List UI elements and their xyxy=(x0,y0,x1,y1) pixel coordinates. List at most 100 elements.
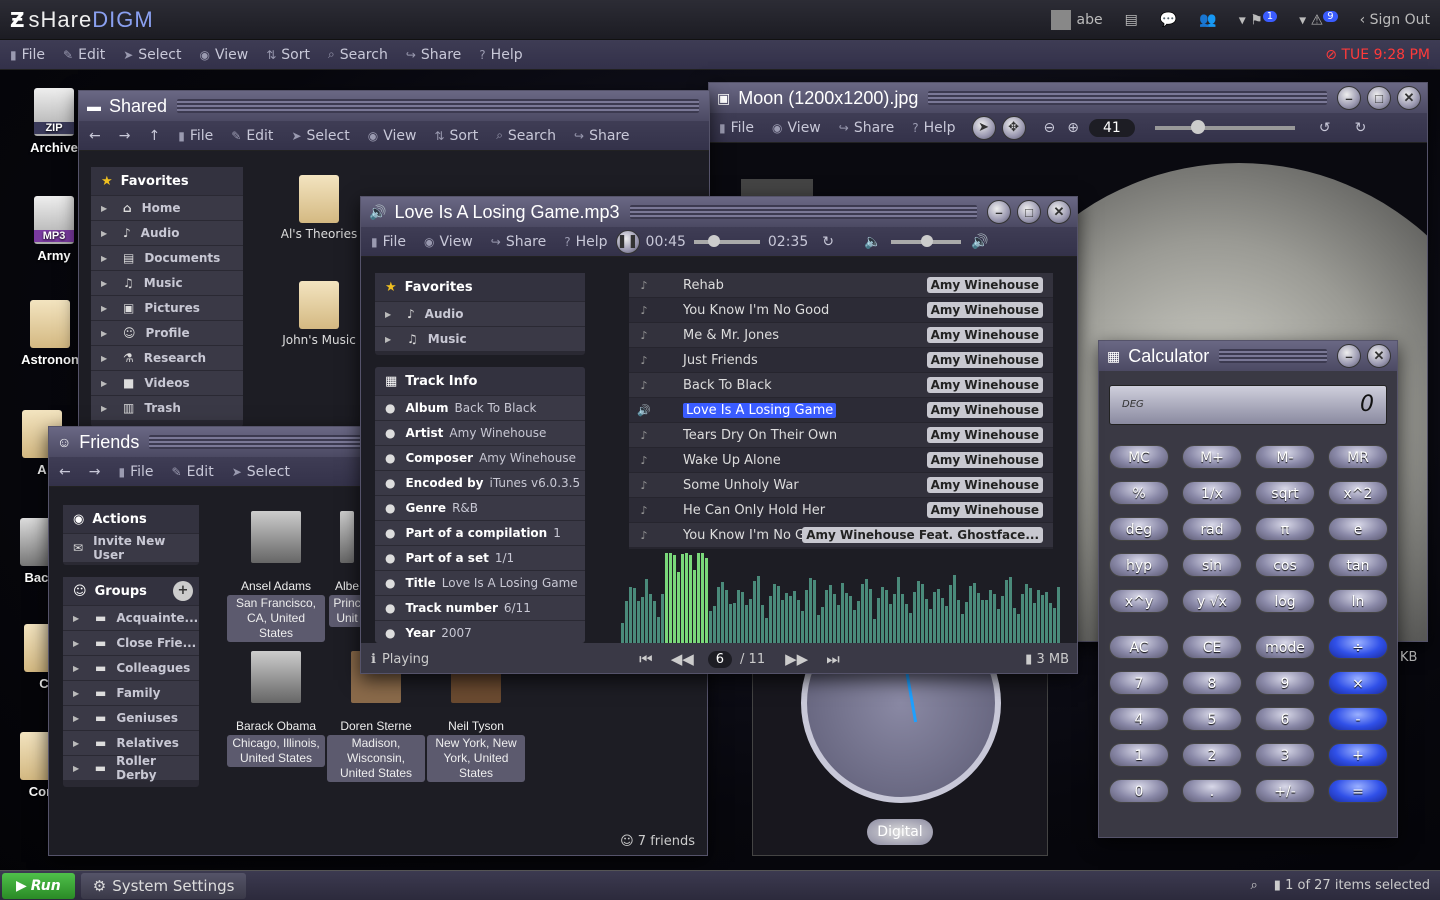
favorites-header[interactable]: ★ Favorites xyxy=(91,167,243,195)
forward-icon[interactable]: → xyxy=(119,128,131,144)
menu-search[interactable]: ⌕ Search xyxy=(328,47,388,63)
drag-grip[interactable] xyxy=(177,99,699,113)
group-item[interactable]: ▶ ▬ Geniuses xyxy=(63,706,199,730)
sidebar-item-videos[interactable]: ▶ ■ Videos xyxy=(91,371,243,395)
calc-key[interactable]: - xyxy=(1328,707,1388,731)
sidebar-item-documents[interactable]: ▶ ▤ Documents xyxy=(91,246,243,270)
calc-key[interactable]: x^y xyxy=(1109,589,1169,613)
pointer-tool-icon[interactable]: ➤ xyxy=(971,115,996,140)
sidebar-item-music[interactable]: ▶ ♫ Music xyxy=(91,271,243,295)
run-button[interactable]: ▶ Run xyxy=(2,872,75,899)
calc-key[interactable]: 1 xyxy=(1109,743,1169,767)
tool-view[interactable]: ◉ View xyxy=(772,120,821,136)
system-settings-button[interactable]: ⚙ System Settings xyxy=(80,872,247,899)
calc-key[interactable]: AC xyxy=(1109,635,1169,659)
sidebar-item-trash[interactable]: ▶ ▥ Trash xyxy=(91,396,243,420)
track-row[interactable]: ♪ He Can Only Hold Her Amy Winehouse xyxy=(629,498,1053,523)
track-row[interactable]: ♪ Some Unholy War Amy Winehouse xyxy=(629,473,1053,498)
calc-key[interactable]: y √x xyxy=(1182,589,1242,613)
tool-view[interactable]: ◉ View xyxy=(368,128,417,144)
music-player-window[interactable]: 🔊 Love Is A Losing Game.mp3 – □ ✕ ▮ File ◉ Vi… xyxy=(360,196,1078,674)
groups-header[interactable]: ☺ Groups + xyxy=(63,577,199,605)
track-row[interactable]: ♪ You Know I'm No Good [... Amy Winehouse … xyxy=(629,523,1053,548)
menu-file[interactable]: ▮ File xyxy=(10,47,45,63)
menu-select[interactable]: ➤ Select xyxy=(123,47,181,63)
tool-file[interactable]: ▮ File xyxy=(118,464,153,480)
actions-header[interactable]: ◉ Actions xyxy=(63,505,199,533)
rotate-left-icon[interactable]: ↺ xyxy=(1319,120,1331,136)
alerts-icon[interactable]: ▾ ⚠ 9 xyxy=(1299,11,1338,29)
zoom-in-icon[interactable]: ⊕ xyxy=(1067,120,1079,136)
user-menu[interactable]: abe xyxy=(1050,10,1103,30)
calc-key[interactable]: . xyxy=(1182,779,1242,803)
calc-key[interactable]: 9 xyxy=(1255,671,1315,695)
notifications-icon[interactable]: ▾ ⚑ 1 xyxy=(1239,11,1278,29)
slider-knob[interactable] xyxy=(1190,119,1205,134)
sidebar-item-profile[interactable]: ▶ ☺ Profile xyxy=(91,321,243,345)
system-clock[interactable]: ⊘ TUE 9:28 PM xyxy=(1325,47,1430,63)
calc-key[interactable]: sin xyxy=(1182,553,1242,577)
seek-knob[interactable] xyxy=(707,234,720,247)
digital-toggle-button[interactable]: Digital xyxy=(867,819,933,845)
calc-key[interactable]: 4 xyxy=(1109,707,1169,731)
window-list-icon[interactable]: ▤ xyxy=(1125,12,1138,28)
close-button[interactable]: ✕ xyxy=(1367,344,1391,368)
pause-button[interactable]: ❚❚ xyxy=(615,229,640,254)
title-bar[interactable]: ▦ Calculator – ✕ xyxy=(1099,341,1397,371)
sidebar-item-pictures[interactable]: ▶ ▣ Pictures xyxy=(91,296,243,320)
calc-key[interactable]: deg xyxy=(1109,517,1169,541)
back-icon[interactable]: ← xyxy=(89,128,101,144)
calc-key[interactable]: e xyxy=(1328,517,1388,541)
calc-key[interactable]: CE xyxy=(1182,635,1242,659)
track-row[interactable]: ♪ Tears Dry On Their Own Amy Winehouse xyxy=(629,423,1053,448)
favorites-header[interactable]: ★ Favorites xyxy=(375,273,585,301)
menu-sort[interactable]: ⇅ Sort xyxy=(266,47,310,63)
maximize-button[interactable]: □ xyxy=(1367,86,1391,110)
repeat-icon[interactable]: ↻ xyxy=(822,234,834,250)
track-number-input[interactable]: 6 xyxy=(707,650,733,668)
menu-edit[interactable]: ✎ Edit xyxy=(63,47,105,63)
title-bar[interactable]: ▬ Shared xyxy=(79,91,709,121)
sidebar-item-audio[interactable]: ▶ ♪ Audio xyxy=(91,221,243,245)
sidebar-item-music[interactable]: ▶ ♫ Music xyxy=(375,327,585,351)
last-track-button[interactable]: ⏭ xyxy=(826,650,840,668)
calc-key[interactable]: mode xyxy=(1255,635,1315,659)
calc-key[interactable]: M- xyxy=(1255,445,1315,469)
up-icon[interactable]: ↑ xyxy=(148,128,160,144)
tool-search[interactable]: ⌕ Search xyxy=(496,128,556,144)
volume-knob[interactable] xyxy=(921,234,934,247)
calc-key[interactable]: = xyxy=(1328,779,1388,803)
back-icon[interactable]: ← xyxy=(59,464,71,480)
tool-share[interactable]: ↪ Share xyxy=(491,234,546,250)
tool-help[interactable]: ? Help xyxy=(912,120,955,136)
drag-grip[interactable] xyxy=(629,205,977,219)
add-group-button[interactable]: + xyxy=(173,581,193,601)
calc-key[interactable]: x^2 xyxy=(1328,481,1388,505)
file-item[interactable]: Al's Theories xyxy=(277,175,361,241)
calc-key[interactable]: % xyxy=(1109,481,1169,505)
calc-key[interactable]: 1/x xyxy=(1182,481,1242,505)
calc-key[interactable]: 3 xyxy=(1255,743,1315,767)
title-bar[interactable]: ▣ Moon (1200x1200).jpg – □ ✕ xyxy=(709,83,1427,113)
calc-key[interactable]: ÷ xyxy=(1328,635,1388,659)
friend-card[interactable]: Barack Obama Chicago, Illinois, United St… xyxy=(227,651,325,767)
sidebar-item-audio[interactable]: ▶ ♪ Audio xyxy=(375,302,585,326)
zoom-out-icon[interactable]: ⊖ xyxy=(1044,120,1056,136)
calc-key[interactable]: MC xyxy=(1109,445,1169,469)
maximize-button[interactable]: □ xyxy=(1017,200,1041,224)
track-row[interactable]: 🔊 Love Is A Losing Game Amy Winehouse xyxy=(629,398,1053,423)
sidebar-item-home[interactable]: ▶ ⌂ Home xyxy=(91,196,243,220)
minimize-button[interactable]: – xyxy=(987,200,1011,224)
tool-help[interactable]: ? Help xyxy=(564,234,607,250)
friend-card[interactable]: Ansel Adams San Francisco, CA, United Sta… xyxy=(227,511,325,642)
tool-edit[interactable]: ✎ Edit xyxy=(231,128,273,144)
invite-user-item[interactable]: ✉ Invite New User xyxy=(63,534,199,562)
group-item[interactable]: ▶ ▬ Family xyxy=(63,681,199,705)
calc-key[interactable]: 5 xyxy=(1182,707,1242,731)
zoom-icon[interactable]: ⌕ xyxy=(1251,878,1258,893)
file-item[interactable]: John's Music xyxy=(277,281,361,347)
calc-key[interactable]: tan xyxy=(1328,553,1388,577)
calc-key[interactable]: + xyxy=(1328,743,1388,767)
calc-key[interactable]: ln xyxy=(1328,589,1388,613)
chat-icon[interactable]: 💬 xyxy=(1160,12,1177,28)
